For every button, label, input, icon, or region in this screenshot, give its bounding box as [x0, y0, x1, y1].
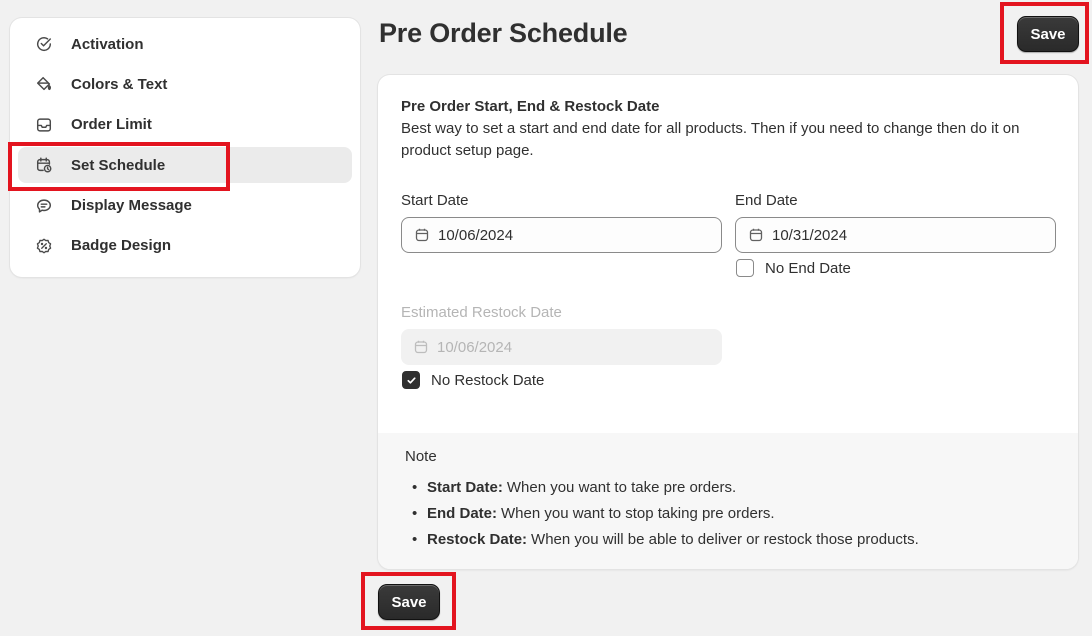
note-title: Note — [405, 448, 437, 465]
settings-sidebar: Activation Colors & Text Order Limit Set… — [10, 18, 360, 277]
paint-bucket-icon — [34, 74, 54, 94]
sidebar-item-label: Colors & Text — [71, 75, 168, 93]
note-list: • Start Date: When you want to take pre or… — [405, 478, 919, 556]
restock-date-input: 10/06/2024 — [401, 329, 722, 365]
no-end-date-checkbox[interactable] — [736, 259, 754, 277]
note-item: • Start Date: When you want to take pre or… — [412, 479, 737, 496]
sidebar-item-label: Order Limit — [71, 116, 152, 134]
start-date-label: Start Date — [401, 192, 469, 209]
no-end-date-label: No End Date — [765, 259, 851, 277]
sidebar-item-label: Activation — [71, 35, 144, 53]
sidebar-item-activation[interactable]: Activation — [18, 26, 352, 62]
end-date-label: End Date — [735, 192, 798, 209]
inbox-icon — [34, 115, 54, 135]
card-description: Best way to set a start and end date for… — [401, 120, 1020, 159]
sidebar-item-order-limit[interactable]: Order Limit — [18, 107, 352, 143]
end-date-value: 10/31/2024 — [772, 226, 848, 244]
note-term: Restock Date: — [427, 531, 528, 548]
sidebar-item-label: Badge Design — [71, 237, 172, 255]
check-circle-icon — [34, 34, 54, 54]
no-restock-date-checkbox-row[interactable]: No Restock Date — [402, 371, 544, 389]
checkmark-icon — [406, 376, 416, 384]
restock-date-label: Estimated Restock Date — [401, 304, 562, 321]
card-title: Pre Order Start, End & Restock Date — [401, 98, 660, 115]
schedule-card: Pre Order Start, End & Restock Date Best… — [378, 75, 1078, 569]
note-term: Start Date: — [427, 479, 503, 496]
note-item: • End Date: When you want to stop taking p… — [412, 505, 775, 522]
start-date-value: 10/06/2024 — [438, 226, 514, 244]
no-end-date-checkbox-row[interactable]: No End Date — [736, 259, 851, 277]
sidebar-item-display-message[interactable]: Display Message — [18, 188, 352, 224]
sidebar-item-label: Set Schedule — [71, 156, 166, 174]
note-text: When you want to stop taking pre orders. — [501, 505, 775, 522]
note-section: Note • Start Date: When you want to take p… — [378, 433, 1078, 569]
calendar-icon — [414, 227, 430, 243]
no-restock-date-checkbox[interactable] — [402, 371, 420, 389]
note-term: End Date: — [427, 505, 498, 522]
note-item: • Restock Date: When you will be able to d… — [412, 531, 919, 548]
sidebar-item-label: Display Message — [71, 197, 192, 215]
no-restock-date-label: No Restock Date — [431, 371, 545, 389]
save-button-top[interactable]: Save — [1017, 16, 1079, 52]
end-date-input[interactable]: 10/31/2024 — [735, 217, 1056, 253]
sidebar-item-set-schedule[interactable]: Set Schedule — [18, 147, 352, 184]
discount-badge-icon — [34, 236, 54, 256]
chat-icon — [34, 196, 54, 216]
save-button-bottom[interactable]: Save — [378, 584, 440, 620]
sidebar-item-colors-text[interactable]: Colors & Text — [18, 66, 352, 102]
start-date-input[interactable]: 10/06/2024 — [401, 217, 722, 253]
sidebar-item-badge-design[interactable]: Badge Design — [18, 228, 352, 264]
note-text: When you will be able to deliver or rest… — [531, 531, 919, 548]
page-title: Pre Order Schedule — [379, 18, 628, 48]
restock-date-value: 10/06/2024 — [437, 338, 513, 356]
calendar-icon — [413, 339, 429, 355]
calendar-clock-icon — [34, 155, 54, 175]
note-text: When you want to take pre orders. — [506, 479, 737, 496]
calendar-icon — [748, 227, 764, 243]
